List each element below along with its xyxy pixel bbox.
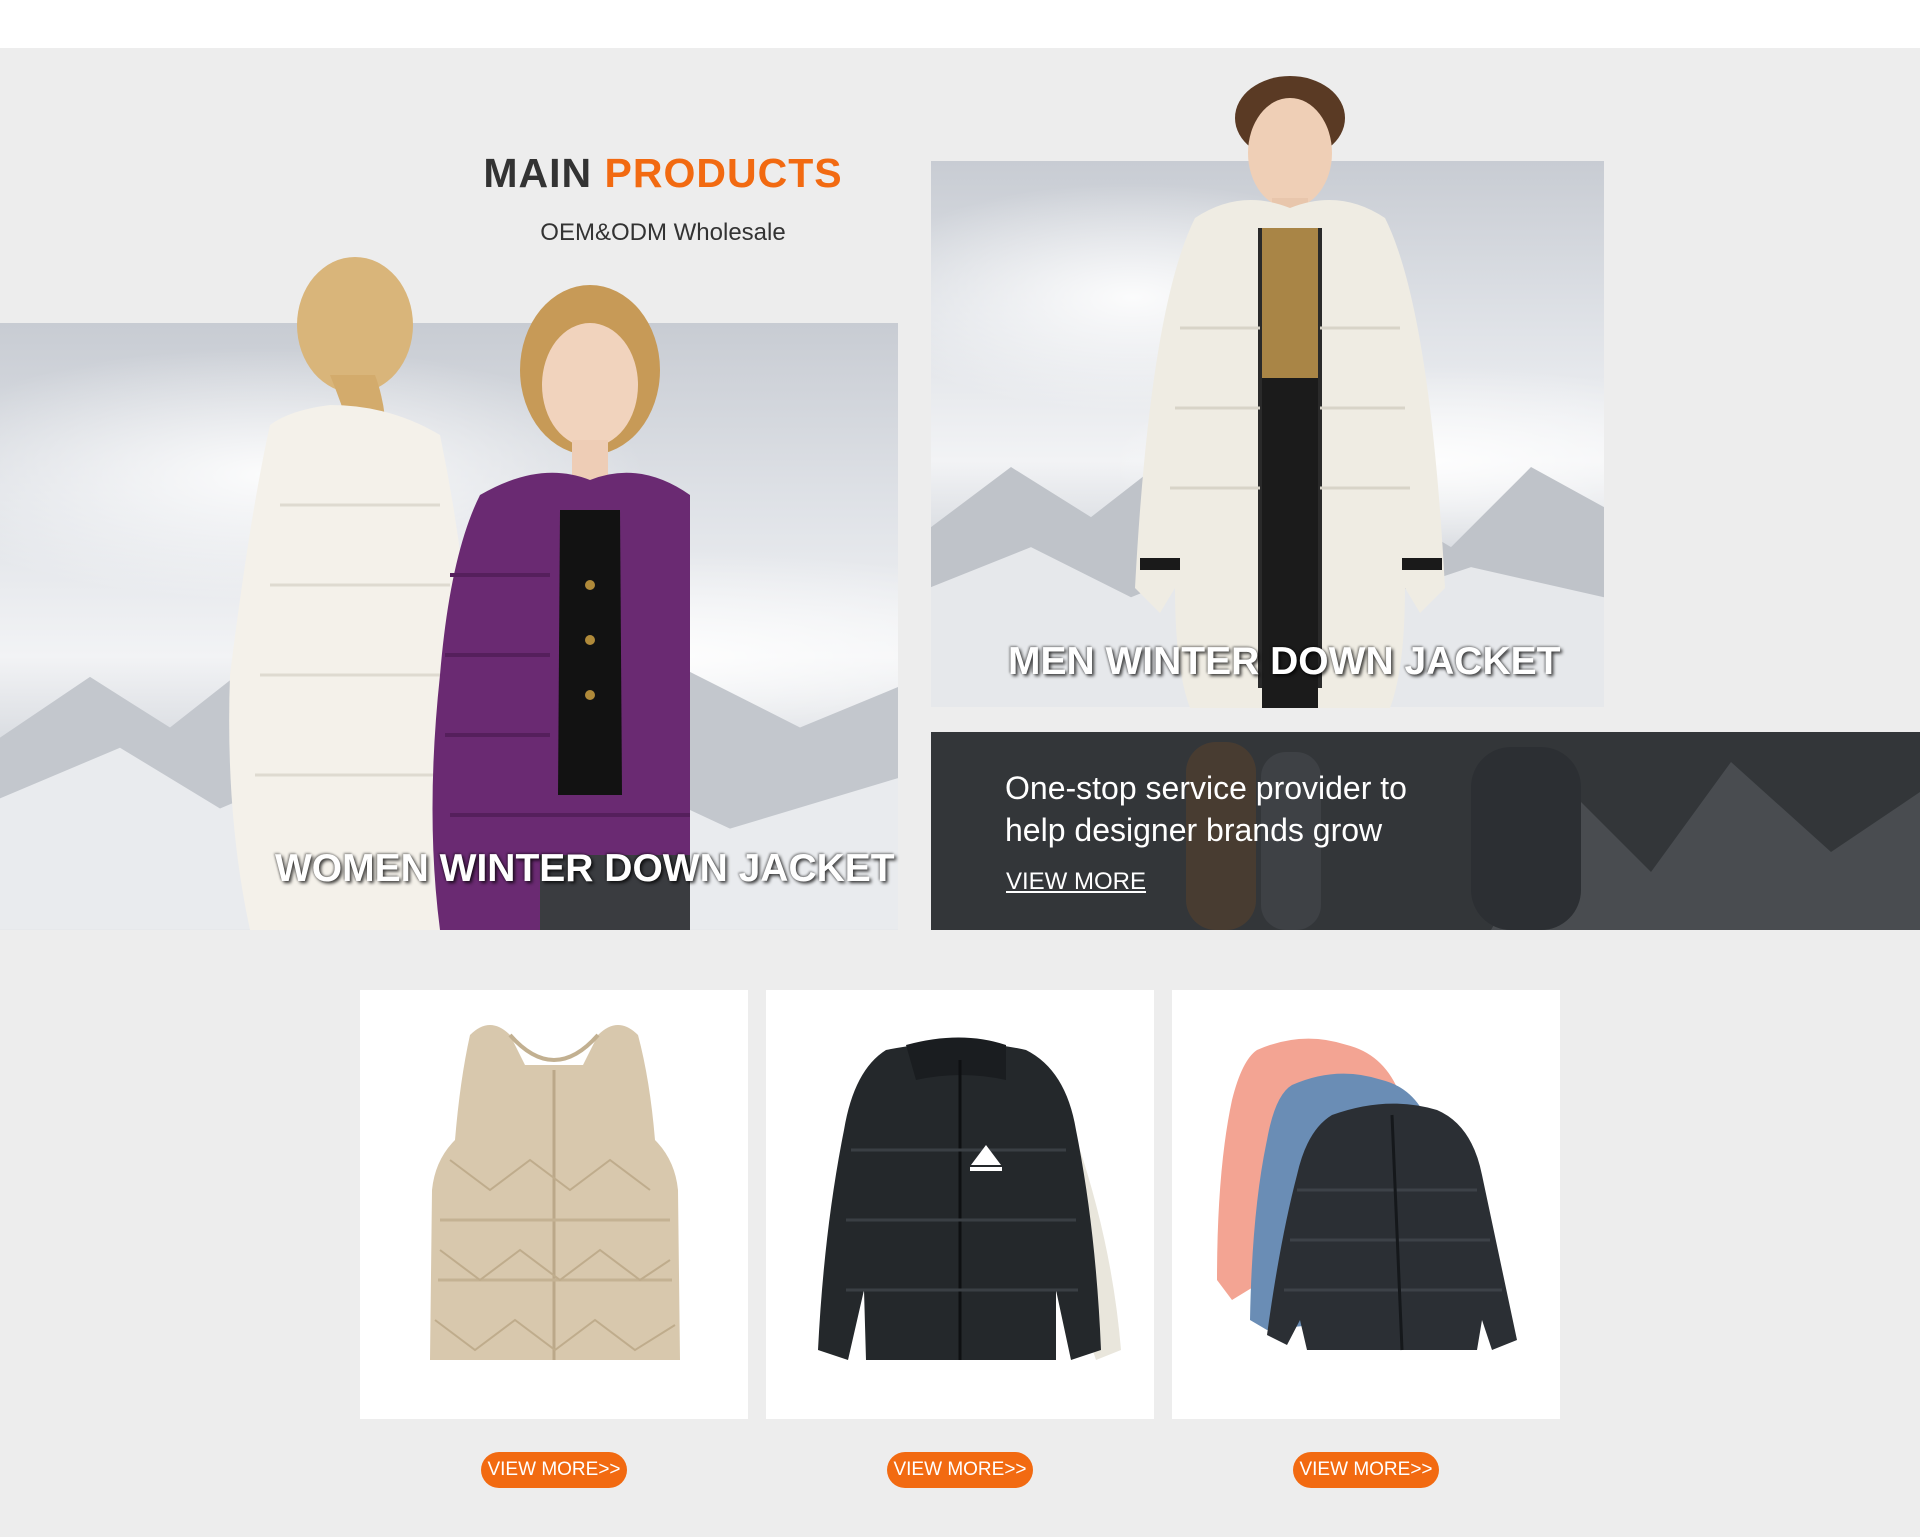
view-more-button-black-jacket[interactable]: VIEW MORE>> bbox=[887, 1452, 1033, 1488]
women-models-illustration bbox=[229, 257, 690, 930]
beige-vest-image bbox=[430, 1025, 680, 1360]
product-card-black-jacket[interactable] bbox=[766, 990, 1154, 1419]
product-card-kids-jackets[interactable] bbox=[1172, 990, 1560, 1419]
colored-puffer-jackets-image bbox=[1217, 1038, 1517, 1351]
promo-view-more-link[interactable]: VIEW MORE bbox=[1006, 868, 1146, 896]
men-jacket-caption[interactable]: MEN WINTER DOWN JACKET bbox=[1008, 640, 1560, 684]
product-card-vest[interactable] bbox=[360, 990, 748, 1419]
promo-line-1: One-stop service provider to bbox=[1005, 770, 1407, 806]
promo-line-2: help designer brands grow bbox=[1005, 812, 1383, 848]
view-more-button-vest[interactable]: VIEW MORE>> bbox=[481, 1452, 627, 1488]
promo-text: One-stop service provider to help design… bbox=[1005, 767, 1525, 851]
view-more-button-kids-jackets[interactable]: VIEW MORE>> bbox=[1293, 1452, 1439, 1488]
black-puffer-jacket-image bbox=[818, 1037, 1121, 1360]
man-model-illustration bbox=[1135, 76, 1445, 708]
women-jacket-caption[interactable]: WOMEN WINTER DOWN JACKET bbox=[275, 847, 895, 891]
title-main: MAIN bbox=[483, 150, 605, 196]
title-accent: PRODUCTS bbox=[604, 150, 843, 196]
top-bar bbox=[0, 0, 1920, 48]
